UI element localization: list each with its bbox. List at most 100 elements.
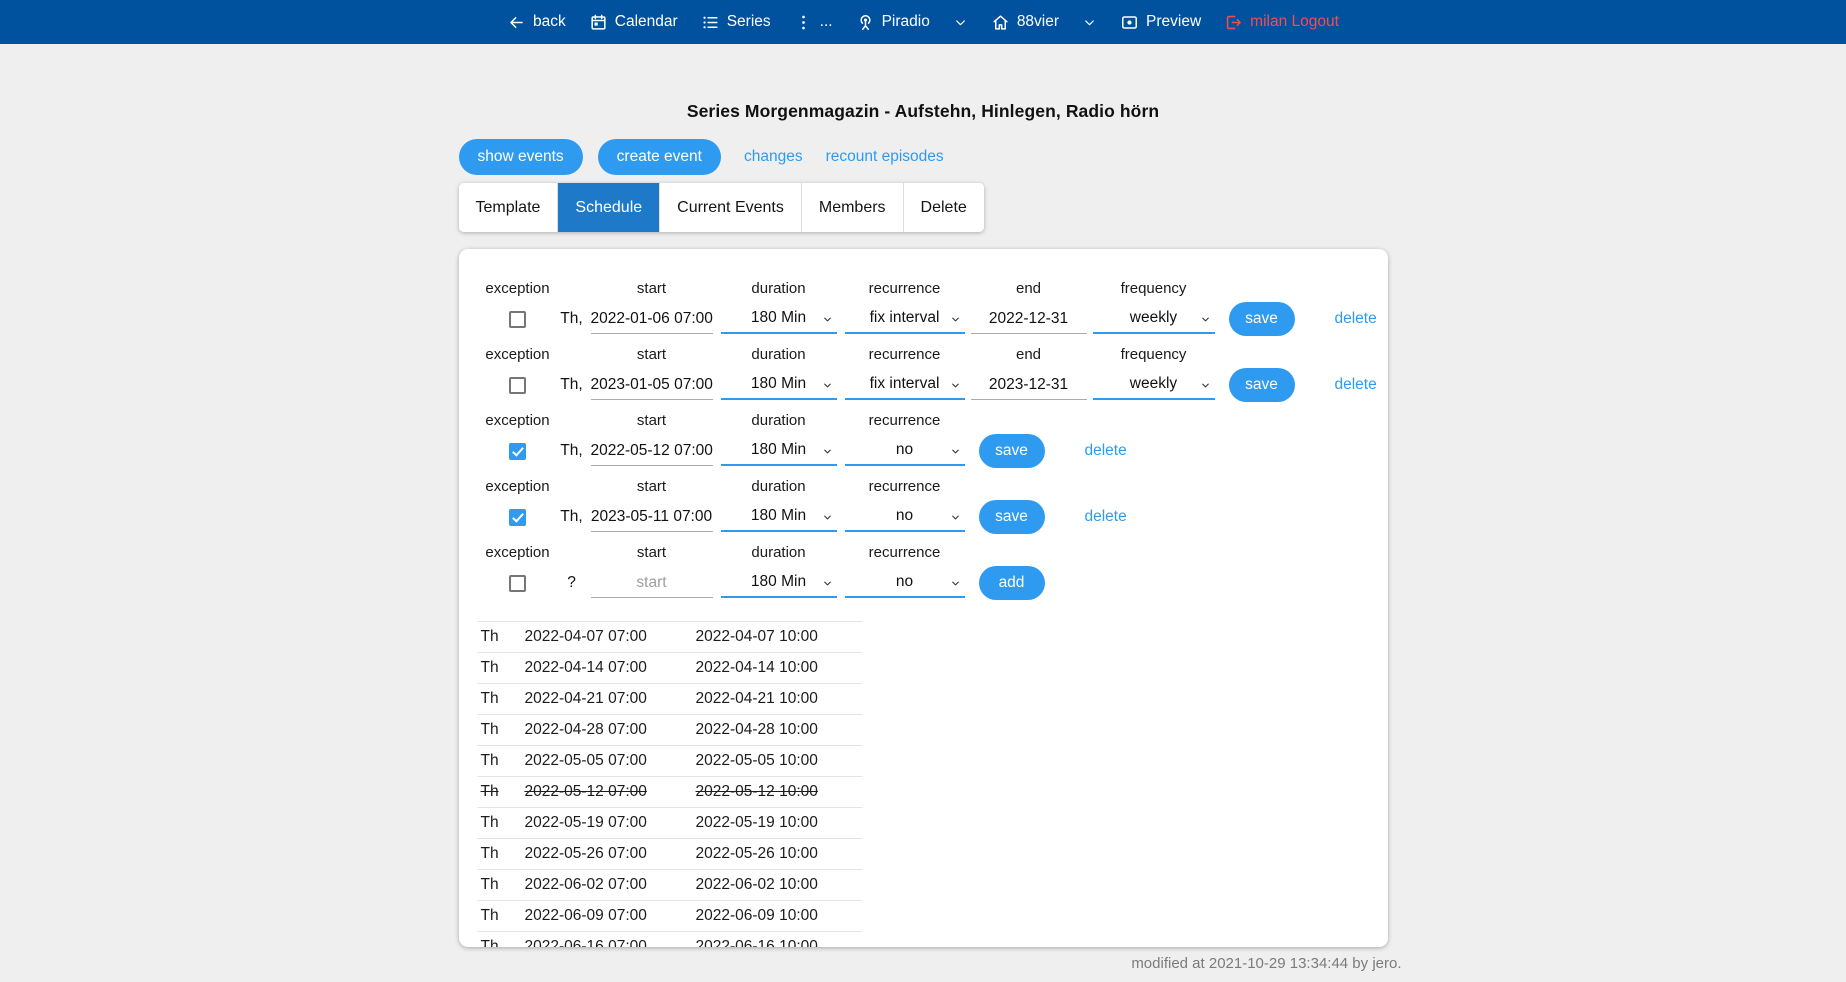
column-label: start <box>637 345 666 367</box>
event-end: 2022-04-28 10:00 <box>692 715 862 746</box>
duration-column: duration180 Min <box>721 543 837 601</box>
frequency-select[interactable]: weekly <box>1093 371 1215 400</box>
column-label: end <box>1016 345 1041 367</box>
duration-select-value: 180 Min <box>751 573 806 591</box>
duration-column: duration180 Min <box>721 477 837 535</box>
column-label: recurrence <box>869 345 941 367</box>
event-start: 2022-06-09 07:00 <box>521 901 692 932</box>
column-label: duration <box>751 411 805 433</box>
calendar-icon <box>589 13 608 32</box>
chevron-down-icon <box>1200 314 1211 325</box>
exception-column: exception <box>483 279 553 337</box>
frequency-select-value: weekly <box>1130 309 1177 327</box>
exception-checkbox[interactable] <box>509 377 526 394</box>
event-end: 2022-06-02 10:00 <box>692 870 862 901</box>
preview-icon <box>1120 13 1139 32</box>
day-label: Th, <box>560 442 582 460</box>
exception-checkbox[interactable] <box>509 311 526 328</box>
add-button[interactable]: add <box>979 566 1045 600</box>
nav-item-series[interactable]: Series <box>701 13 771 32</box>
duration-select[interactable]: 180 Min <box>721 569 837 598</box>
delete-link[interactable]: delete <box>1085 508 1127 526</box>
delete-link[interactable]: delete <box>1085 442 1127 460</box>
action-column: save <box>979 477 1045 535</box>
exception-checkbox[interactable] <box>509 575 526 592</box>
recurrence-column: recurrenceno <box>845 477 965 535</box>
nav-item-label: ... <box>820 13 833 31</box>
recount-episodes-link[interactable]: recount episodes <box>826 148 944 166</box>
chevron-down-icon <box>822 446 833 457</box>
action-column: add <box>979 543 1045 601</box>
delete-link[interactable]: delete <box>1335 310 1377 328</box>
event-day: Th <box>477 777 521 808</box>
start-input[interactable] <box>591 437 713 466</box>
recurrence-select[interactable]: no <box>845 569 965 598</box>
nav-item-preview[interactable]: Preview <box>1120 13 1201 32</box>
schedule-row: exception Th,startduration180 Minrecurre… <box>483 279 1388 337</box>
save-button[interactable]: save <box>1229 368 1295 402</box>
recurrence-select[interactable]: fix interval <box>845 305 965 334</box>
nav-item-back[interactable]: back <box>507 13 566 32</box>
start-input[interactable] <box>591 305 713 334</box>
recurrence-select[interactable]: fix interval <box>845 371 965 400</box>
event-start: 2022-04-28 07:00 <box>521 715 692 746</box>
column-label: start <box>637 411 666 433</box>
start-input[interactable] <box>591 371 713 400</box>
column-label <box>1259 345 1263 367</box>
recurrence-select[interactable]: no <box>845 503 965 532</box>
duration-select[interactable]: 180 Min <box>721 503 837 532</box>
column-label: exception <box>485 411 549 433</box>
nav-item-piradio[interactable]: Piradio <box>856 13 930 32</box>
column-label <box>1104 477 1108 499</box>
column-label <box>569 411 573 433</box>
changes-link[interactable]: changes <box>744 148 803 166</box>
duration-select[interactable]: 180 Min <box>721 437 837 466</box>
nav-item-station-88vier[interactable]: 88vier <box>991 13 1059 32</box>
chevron-down-icon <box>822 314 833 325</box>
end-input[interactable] <box>971 371 1087 400</box>
event-start: 2022-05-19 07:00 <box>521 808 692 839</box>
column-label: frequency <box>1121 345 1187 367</box>
tab-schedule[interactable]: Schedule <box>558 183 660 232</box>
save-button[interactable]: save <box>979 434 1045 468</box>
recurrence-select-value: no <box>896 573 913 591</box>
nav-item-calendar[interactable]: Calendar <box>589 13 678 32</box>
exception-checkbox[interactable] <box>509 443 526 460</box>
delete-column: delete <box>1085 411 1127 469</box>
nav-item-station-dropdown[interactable] <box>1082 15 1097 30</box>
event-end: 2022-04-21 10:00 <box>692 684 862 715</box>
duration-select[interactable]: 180 Min <box>721 371 837 400</box>
recurrence-column: recurrenceno <box>845 411 965 469</box>
broadcast-icon <box>856 13 875 32</box>
start-input[interactable] <box>591 503 713 532</box>
create-event-button[interactable]: create event <box>598 139 721 175</box>
delete-link[interactable]: delete <box>1335 376 1377 394</box>
frequency-column: frequencyweekly <box>1093 279 1215 337</box>
show-events-button[interactable]: show events <box>459 139 583 175</box>
column-label: exception <box>485 477 549 499</box>
column-label: exception <box>485 279 549 301</box>
nav-item-label: milan Logout <box>1250 13 1339 31</box>
tab-template[interactable]: Template <box>459 183 559 232</box>
start-column: start <box>591 345 713 403</box>
tab-current-events[interactable]: Current Events <box>660 183 802 232</box>
nav-item-piradio-dropdown[interactable] <box>953 15 968 30</box>
nav-item-logout[interactable]: milan Logout <box>1224 13 1339 32</box>
event-start: 2022-06-02 07:00 <box>521 870 692 901</box>
end-input[interactable] <box>971 305 1087 334</box>
tab-delete[interactable]: Delete <box>904 183 984 232</box>
frequency-select-value: weekly <box>1130 375 1177 393</box>
duration-select[interactable]: 180 Min <box>721 305 837 334</box>
start-input[interactable] <box>591 569 713 598</box>
event-day: Th <box>477 839 521 870</box>
exception-checkbox[interactable] <box>509 509 526 526</box>
action-column: save <box>1229 279 1295 337</box>
nav-item-more[interactable]: ... <box>794 13 833 32</box>
event-end: 2022-05-19 10:00 <box>692 808 862 839</box>
save-button[interactable]: save <box>979 500 1045 534</box>
tab-members[interactable]: Members <box>802 183 904 232</box>
recurrence-select[interactable]: no <box>845 437 965 466</box>
frequency-select[interactable]: weekly <box>1093 305 1215 334</box>
save-button[interactable]: save <box>1229 302 1295 336</box>
modified-footer: modified at 2021-10-29 13:34:44 by jero. <box>459 955 1402 972</box>
